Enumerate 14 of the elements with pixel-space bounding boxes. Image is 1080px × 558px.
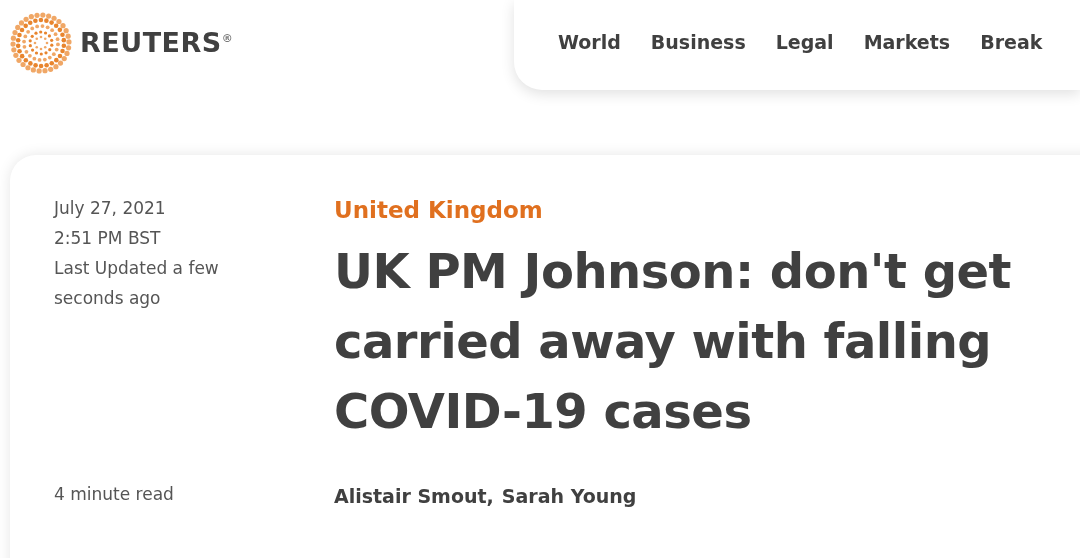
read-time: 4 minute read xyxy=(54,483,175,506)
logo[interactable]: REUTERS$^{®}$ xyxy=(80,22,234,64)
updated-text: Last Updated a few seconds ago xyxy=(54,257,220,310)
time: 2:51 PM BST xyxy=(54,227,162,250)
nav-link[interactable]: Break xyxy=(980,28,1043,90)
nav-link[interactable]: Legal xyxy=(775,28,834,90)
nav-link[interactable]: World xyxy=(558,28,621,90)
nav-link[interactable]: Business xyxy=(650,28,746,90)
nav-link[interactable]: Markets xyxy=(863,28,951,90)
logo-icon xyxy=(10,12,72,74)
author-link[interactable]: Alistair Smout, xyxy=(334,481,494,510)
date: July 27, 2021 xyxy=(54,197,167,220)
headline: UK PM Johnson: don't get carried away with falling COVID-19 cases xyxy=(334,241,1013,441)
author-link[interactable]: Sarah Young xyxy=(501,481,637,510)
